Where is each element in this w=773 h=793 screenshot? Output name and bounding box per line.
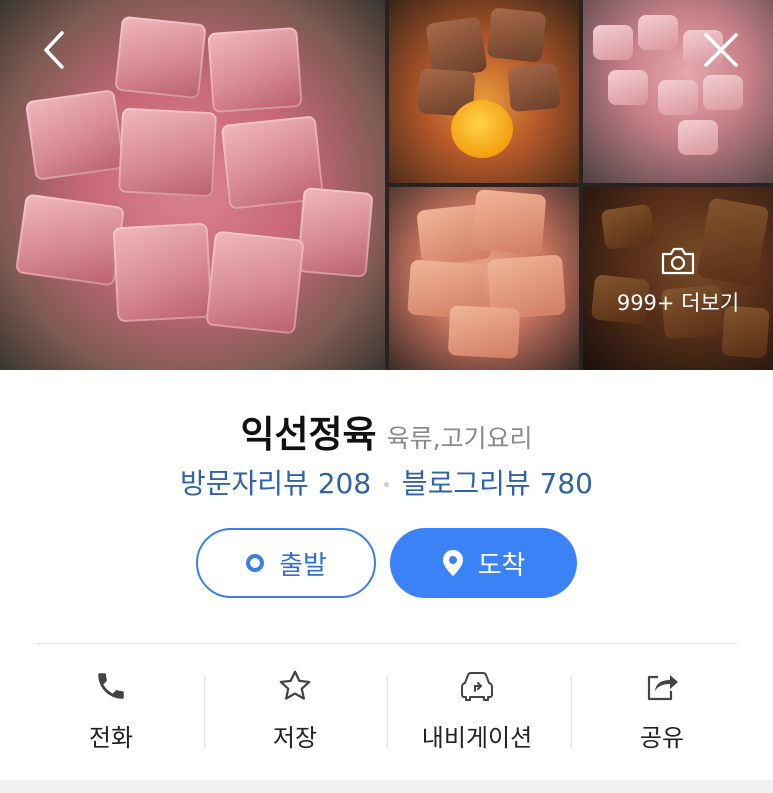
depart-label: 출발 (279, 550, 327, 581)
more-photos-button[interactable]: 999+ 더보기 (583, 245, 773, 317)
phone-icon (98, 673, 124, 699)
call-label: 전화 (88, 724, 134, 752)
depart-button[interactable]: 출발 (196, 528, 376, 598)
origin-dot-icon (246, 554, 265, 572)
save-label: 저장 (272, 724, 318, 752)
divider (36, 643, 737, 644)
place-info-panel: 익선정육 육류,고기요리 방문자리뷰 208 • 블로그리뷰 780 출발 도착 전화 (0, 370, 773, 780)
separator-dot: • (381, 474, 392, 496)
arrive-button[interactable]: 도착 (390, 528, 577, 598)
more-photos-label: 999+ 더보기 (616, 291, 740, 315)
car-navigation-icon (461, 672, 493, 701)
close-icon (704, 33, 738, 67)
photo-5-more[interactable]: 999+ 더보기 (583, 187, 773, 370)
visitor-review-link[interactable]: 방문자리뷰 208 (180, 467, 371, 500)
star-icon (279, 670, 311, 700)
action-bar: 전화 저장 내비게이션 공유 (0, 660, 773, 755)
camera-icon (661, 247, 695, 275)
navigation-label: 내비게이션 (421, 724, 533, 752)
review-row: 방문자리뷰 208 • 블로그리뷰 780 (0, 462, 773, 502)
bottom-strip (0, 780, 773, 793)
title-row: 익선정육 육류,고기요리 (0, 404, 773, 458)
place-name: 익선정육 (240, 413, 377, 456)
photo-gallery: 999+ 더보기 (0, 0, 773, 370)
place-category: 육류,고기요리 (386, 424, 533, 453)
share-action[interactable]: 공유 (565, 660, 759, 755)
back-button[interactable] (32, 28, 76, 72)
arrive-label: 도착 (477, 550, 526, 581)
location-pin-icon (442, 550, 463, 576)
photo-2[interactable] (389, 0, 579, 183)
photo-3[interactable] (583, 0, 773, 183)
blog-review-link[interactable]: 블로그리뷰 780 (402, 467, 593, 500)
share-label: 공유 (639, 724, 685, 752)
call-action[interactable]: 전화 (14, 660, 208, 755)
navigation-action[interactable]: 내비게이션 (380, 660, 574, 755)
share-icon (647, 675, 678, 701)
chevron-left-icon (44, 31, 64, 69)
save-action[interactable]: 저장 (198, 660, 392, 755)
close-button[interactable] (699, 28, 743, 72)
photo-4[interactable] (389, 187, 579, 370)
